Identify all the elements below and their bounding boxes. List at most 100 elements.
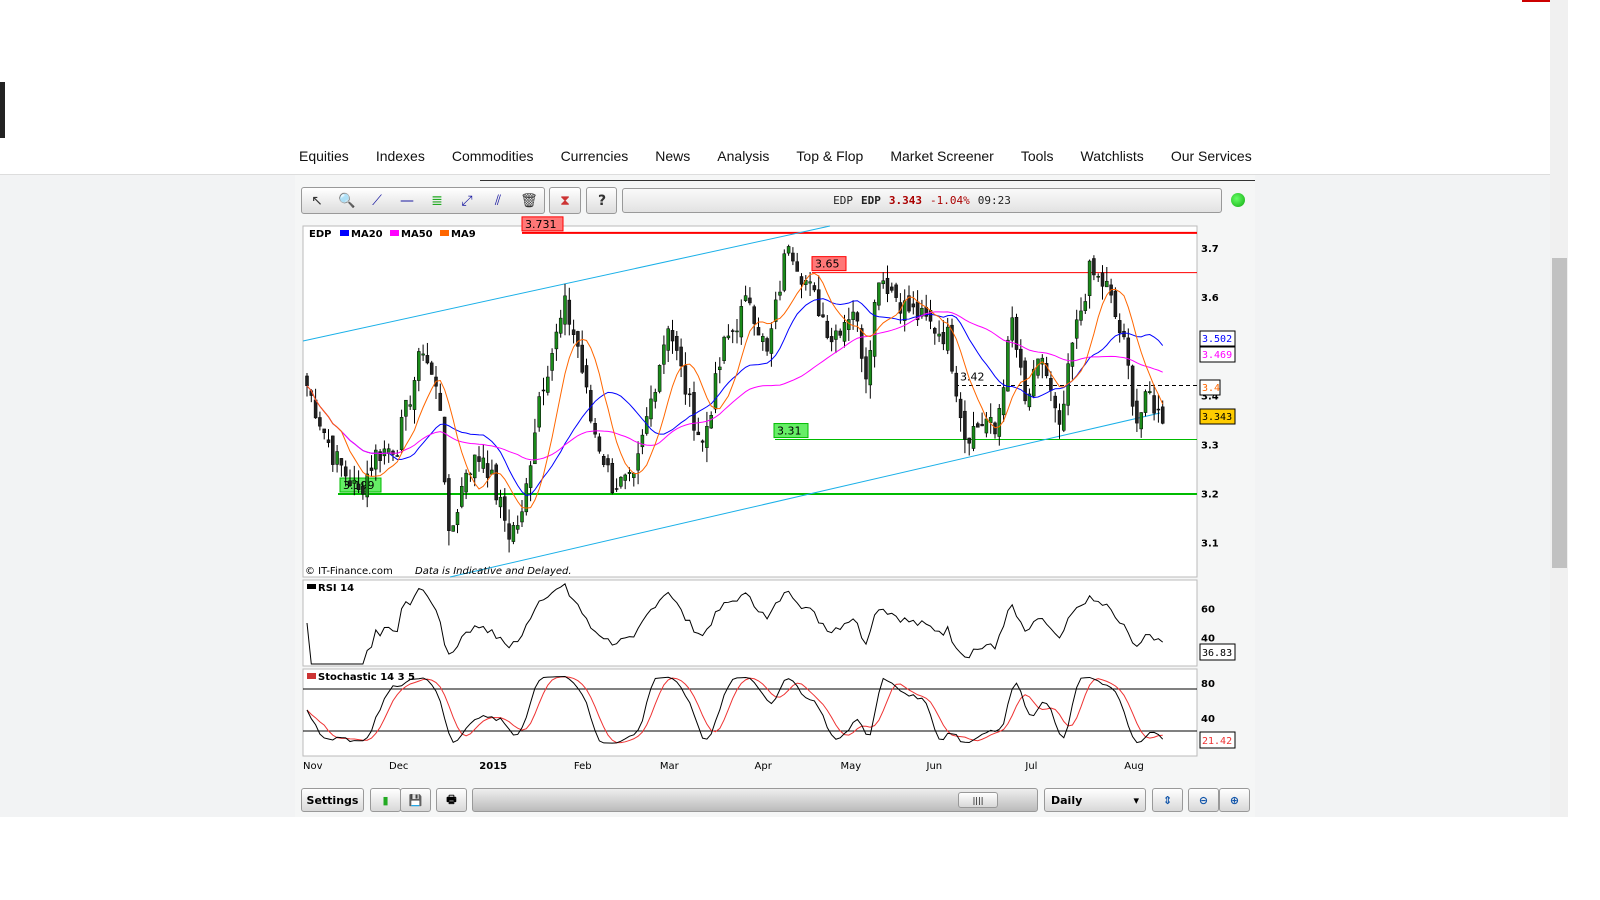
- candle-body: [834, 330, 838, 340]
- y-tick-label: 3.1: [1201, 539, 1219, 550]
- y-tick-label: 3.2: [1201, 490, 1219, 501]
- candle-body: [498, 496, 503, 508]
- candle-body: [722, 336, 726, 361]
- candle: [1113, 287, 1118, 319]
- candle-body: [533, 432, 537, 465]
- candle-body: [455, 512, 460, 526]
- save-button[interactable]: 💾: [400, 788, 431, 812]
- candle-body: [425, 355, 430, 364]
- x-tick-label: 2015: [479, 761, 507, 772]
- candle-body: [597, 436, 602, 452]
- candle-body: [429, 362, 434, 375]
- candle-body: [485, 463, 490, 478]
- candle-body: [670, 330, 675, 342]
- legend-symbol: EDP: [309, 229, 331, 240]
- candle-body: [640, 434, 645, 448]
- legend-label: MA50: [401, 229, 433, 240]
- candle-body: [1143, 391, 1148, 413]
- candle-body: [1019, 348, 1023, 368]
- candle-body: [933, 328, 937, 334]
- period-select[interactable]: Daily ▾: [1044, 788, 1146, 812]
- candle-body: [829, 336, 834, 343]
- zoom-in-button[interactable]: ⊕: [1219, 788, 1250, 812]
- candle-body: [666, 328, 670, 351]
- candles-button[interactable]: ▮: [370, 788, 401, 812]
- legend-swatch: [340, 230, 349, 236]
- candle-body: [1006, 339, 1010, 392]
- legend-label: MA9: [451, 229, 476, 240]
- candle-body: [864, 356, 868, 380]
- candle-body: [808, 281, 812, 284]
- candle-body: [369, 467, 374, 471]
- candle-body: [464, 472, 468, 493]
- level-label: 3.731: [525, 218, 557, 231]
- candle-body: [614, 488, 619, 490]
- stoch-swatch: [307, 673, 316, 679]
- rsi-label: RSI 14: [318, 583, 354, 594]
- candle-body: [761, 336, 765, 342]
- candle-body: [945, 326, 950, 351]
- settings-button[interactable]: Settings: [301, 788, 364, 812]
- time-scrollbar[interactable]: [472, 788, 1038, 812]
- candle-body: [705, 426, 709, 448]
- stoch-label: Stochastic 14 3 5: [318, 672, 415, 683]
- candle-body: [1074, 319, 1079, 339]
- stoch-tick-label: 80: [1201, 679, 1215, 690]
- candle-body: [662, 344, 666, 365]
- x-tick-label: Feb: [574, 761, 592, 772]
- page-scrollbar-thumb[interactable]: [1552, 258, 1567, 568]
- candle-body: [696, 431, 701, 436]
- candle-body: [636, 453, 640, 471]
- legend-label: MA20: [351, 229, 383, 240]
- candle: [589, 384, 593, 424]
- candle-body: [395, 455, 400, 457]
- x-tick-label: Mar: [660, 761, 680, 772]
- x-tick-label: Nov: [303, 761, 323, 772]
- candle-body: [571, 329, 576, 335]
- candle-body: [687, 393, 692, 396]
- candle-body: [782, 253, 787, 291]
- candle-body: [1096, 276, 1100, 278]
- candle-body: [726, 335, 731, 339]
- candle-body: [1083, 301, 1088, 311]
- candle-body: [1130, 365, 1135, 407]
- scroll-thumb[interactable]: ||||: [958, 792, 998, 808]
- candle-body: [1001, 387, 1006, 416]
- candle-body: [421, 353, 425, 356]
- autoscale-button[interactable]: ⇕: [1152, 788, 1183, 812]
- candle-body: [765, 338, 769, 352]
- candle-body: [326, 439, 331, 443]
- candle-body: [1087, 260, 1092, 296]
- print-button[interactable]: 🖶: [436, 788, 467, 812]
- candle-body: [778, 291, 782, 296]
- candle-body: [971, 426, 976, 449]
- candle-body: [980, 423, 984, 427]
- chevron-down-icon: ▾: [1133, 793, 1139, 807]
- candle-body: [408, 404, 412, 407]
- candle-body: [842, 322, 847, 342]
- candle-body: [653, 392, 658, 402]
- candle-body: [382, 448, 387, 457]
- candle-body: [847, 319, 851, 330]
- candle-body: [610, 462, 615, 494]
- candle-body: [773, 299, 778, 322]
- candle-body: [786, 246, 791, 254]
- candle-body: [683, 365, 688, 395]
- candle-body: [748, 297, 752, 304]
- zoom-out-button[interactable]: ⊖: [1188, 788, 1219, 812]
- value-label-ma20: 3.502: [1202, 334, 1232, 345]
- candle-body: [442, 416, 447, 483]
- main-price-panel: [302, 225, 1198, 578]
- candle-body: [606, 458, 610, 466]
- price-chart[interactable]: 3.7313.653.313.1993.42EDPMA20MA50MA9© IT…: [0, 0, 1600, 900]
- candle-body: [679, 346, 683, 367]
- candle-body: [894, 284, 898, 298]
- candle-body: [911, 303, 916, 308]
- candle: [1036, 358, 1040, 379]
- candle-body: [477, 456, 481, 462]
- candle-body: [356, 483, 361, 490]
- credit-disclaimer: Data is Indicative and Delayed.: [415, 566, 572, 577]
- candle-body: [365, 473, 369, 498]
- candle-body: [481, 457, 486, 469]
- candle-body: [558, 317, 563, 334]
